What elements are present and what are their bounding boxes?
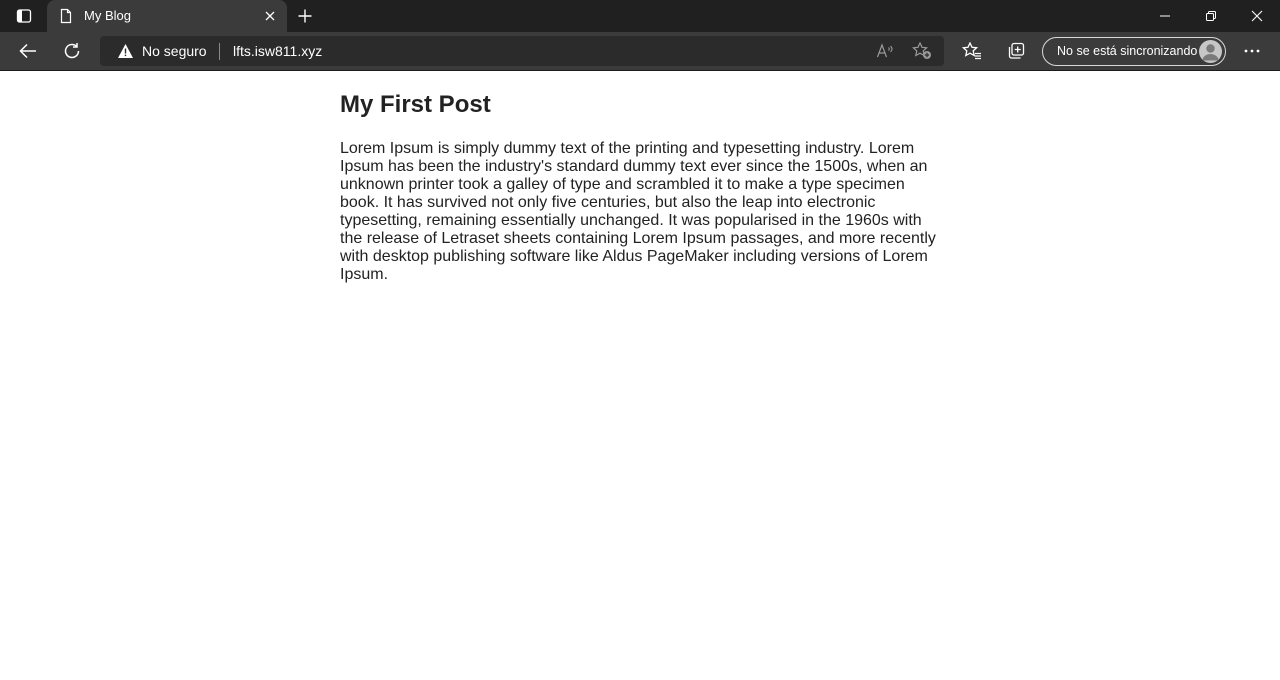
profile-sync-label: No se está sincronizando [1057, 44, 1198, 58]
page-viewport: My First Post Lorem Ipsum is simply dumm… [0, 71, 1280, 680]
add-favorite-button[interactable] [908, 39, 936, 63]
tab-close-button[interactable] [261, 7, 279, 25]
star-plus-icon [912, 42, 932, 60]
warning-icon[interactable] [117, 43, 134, 59]
arrow-left-icon [19, 43, 37, 59]
new-tab-button[interactable] [292, 4, 318, 28]
close-icon [1251, 10, 1263, 22]
minimize-button[interactable] [1142, 0, 1188, 32]
restore-icon [1206, 11, 1216, 21]
restore-button[interactable] [1188, 0, 1234, 32]
minimize-icon [1160, 11, 1170, 21]
collections-button[interactable] [1000, 36, 1032, 66]
post-title: My First Post [340, 91, 491, 118]
more-options-button[interactable] [1236, 36, 1268, 66]
refresh-icon [63, 42, 81, 60]
tab-title: My Blog [84, 8, 131, 23]
browser-toolbar: No seguro lfts.isw811.xyz No se está sin… [0, 32, 1280, 71]
tab-strip: My Blog [0, 0, 1280, 32]
page-icon [58, 8, 74, 24]
close-icon [265, 11, 275, 21]
tab-actions-button[interactable] [8, 4, 40, 28]
tab-actions-icon [16, 8, 32, 24]
favorites-icon [962, 42, 982, 60]
favorites-button[interactable] [956, 36, 988, 66]
blog-post: My First Post Lorem Ipsum is simply dumm… [340, 91, 940, 284]
collections-icon [1007, 42, 1025, 60]
read-aloud-icon [876, 43, 894, 59]
post-body: Lorem Ipsum is simply dummy text of the … [340, 140, 936, 283]
tab-my-blog[interactable]: My Blog [47, 0, 287, 32]
read-aloud-button[interactable] [871, 39, 899, 63]
browser-window: My Blog No seguro lfts.isw811.xyz No se … [0, 0, 1280, 680]
close-window-button[interactable] [1234, 0, 1280, 32]
back-button[interactable] [12, 36, 44, 66]
security-status-label[interactable]: No seguro [142, 43, 207, 59]
refresh-button[interactable] [56, 36, 88, 66]
avatar [1199, 40, 1222, 63]
address-bar[interactable]: No seguro lfts.isw811.xyz [100, 36, 944, 66]
address-divider [219, 43, 220, 60]
profile-sync-button[interactable]: No se está sincronizando [1042, 37, 1226, 66]
plus-icon [298, 9, 312, 23]
more-icon [1244, 49, 1260, 53]
url-text[interactable]: lfts.isw811.xyz [233, 43, 322, 59]
